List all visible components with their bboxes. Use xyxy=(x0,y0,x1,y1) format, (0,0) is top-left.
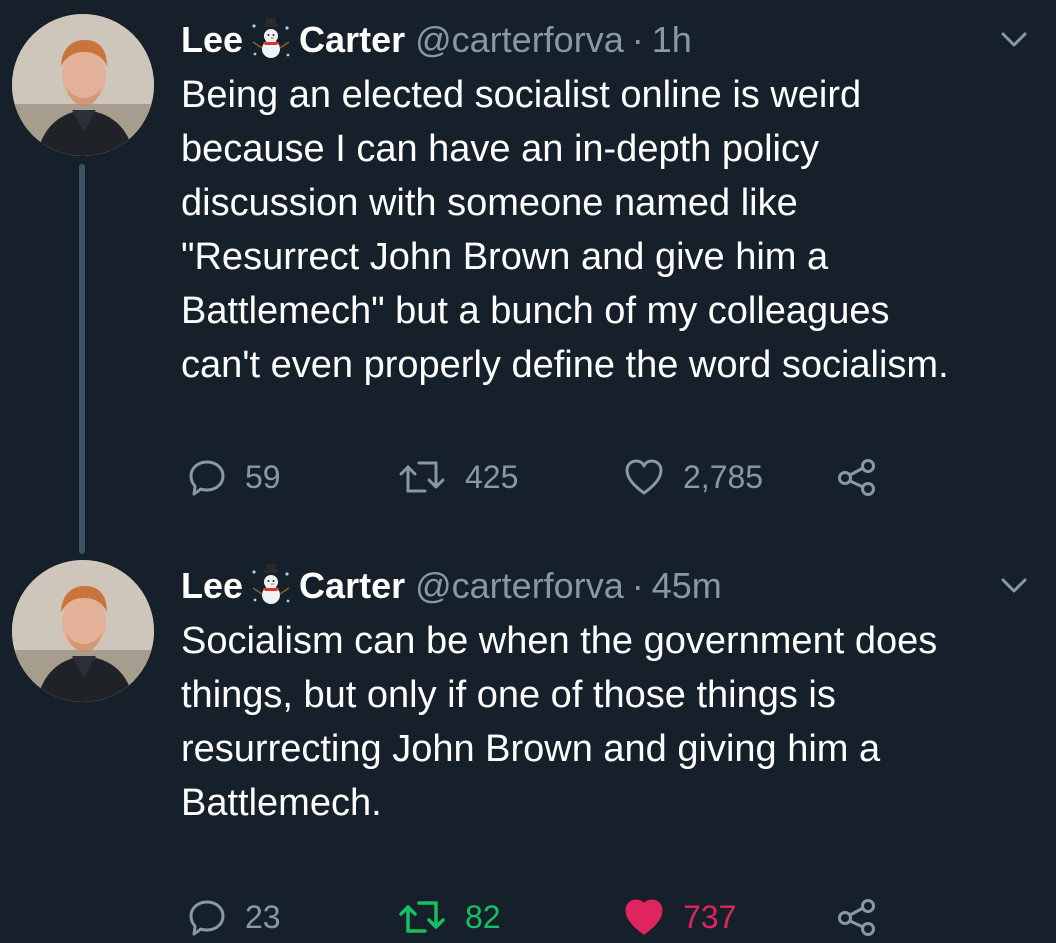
tweet-text: Being an elected socialist online is wei… xyxy=(181,74,949,386)
separator-dot: · xyxy=(631,19,644,60)
retweet-count: 82 xyxy=(465,898,501,935)
tweet-actions: 23 82 737 xyxy=(181,892,1041,942)
tweet-actions: 59 425 2,785 xyxy=(181,452,1041,502)
like-button[interactable]: 737 xyxy=(623,892,736,942)
reply-button[interactable]: 59 xyxy=(187,452,281,502)
tweet[interactable]: Lee Carter @carterforva · 45m Socialism … xyxy=(0,560,1056,943)
timestamp[interactable]: 1h xyxy=(652,16,692,64)
reply-count: 23 xyxy=(245,898,281,935)
retweet-button[interactable]: 425 xyxy=(397,452,518,502)
share-button[interactable] xyxy=(835,452,897,502)
display-name-last[interactable]: Carter xyxy=(299,562,405,610)
chevron-down-icon[interactable] xyxy=(1000,576,1028,596)
separator-dot: · xyxy=(631,565,644,606)
avatar[interactable] xyxy=(12,560,154,702)
retweet-icon xyxy=(399,901,445,933)
reply-icon xyxy=(189,900,225,936)
like-icon xyxy=(625,899,663,935)
display-name-first[interactable]: Lee xyxy=(181,16,243,64)
avatar[interactable] xyxy=(12,14,154,156)
like-button[interactable]: 2,785 xyxy=(623,452,763,502)
tweet-header: Lee Carter @carterforva · 1h xyxy=(181,16,692,64)
share-button[interactable] xyxy=(835,892,897,942)
snowman-emoji-icon xyxy=(249,564,293,608)
reply-icon xyxy=(189,460,225,496)
share-icon xyxy=(838,459,875,496)
retweet-button[interactable]: 82 xyxy=(397,892,501,942)
like-count: 2,785 xyxy=(683,458,764,495)
tweet[interactable]: Lee Carter @carterforva · 1h Being an el… xyxy=(0,0,1056,560)
timestamp[interactable]: 45m xyxy=(652,562,722,610)
tweet-text: Socialism can be when the government doe… xyxy=(181,620,938,824)
retweet-icon xyxy=(399,461,445,493)
retweet-count: 425 xyxy=(465,458,519,495)
like-count: 737 xyxy=(683,898,737,935)
user-handle[interactable]: @carterforva xyxy=(415,562,624,610)
reply-button[interactable]: 23 xyxy=(187,892,281,942)
thread-connector-line xyxy=(79,164,85,554)
snowman-emoji-icon xyxy=(249,18,293,62)
share-icon xyxy=(838,899,875,936)
user-handle[interactable]: @carterforva xyxy=(415,16,624,64)
like-icon xyxy=(625,459,663,495)
reply-count: 59 xyxy=(245,458,281,495)
tweet-header: Lee Carter @carterforva · 45m xyxy=(181,562,722,610)
chevron-down-icon[interactable] xyxy=(1000,30,1028,50)
display-name-last[interactable]: Carter xyxy=(299,16,405,64)
display-name-first[interactable]: Lee xyxy=(181,562,243,610)
